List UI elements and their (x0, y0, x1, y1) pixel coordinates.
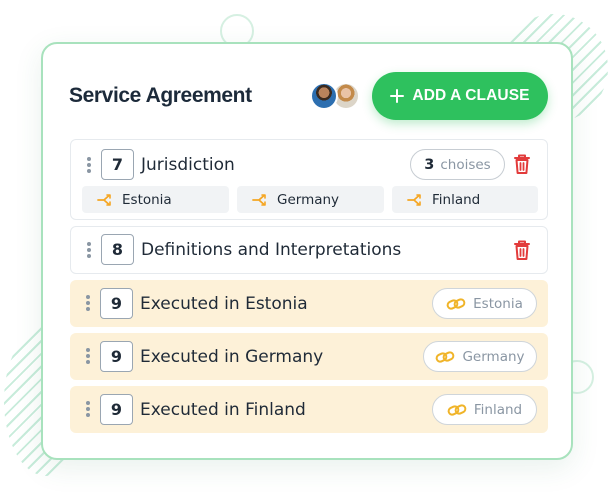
jurisdiction-options: Estonia Germany Finland (82, 186, 538, 213)
trash-icon[interactable] (511, 152, 533, 176)
clause-title: Executed in Estonia (140, 294, 308, 314)
avatar[interactable] (310, 82, 338, 110)
trash-icon[interactable] (511, 238, 533, 262)
link-icon (447, 403, 467, 416)
option-tag-germany[interactable]: Germany (237, 186, 384, 213)
add-clause-label: ADD A CLAUSE (412, 87, 530, 104)
linked-option-badge[interactable]: Estonia (432, 288, 537, 319)
branch-icon (97, 193, 111, 206)
linked-option-label: Finland (473, 401, 523, 418)
clause-number: 7 (101, 149, 134, 180)
option-tag-finland[interactable]: Finland (392, 186, 538, 213)
drag-handle-icon[interactable] (87, 242, 91, 258)
clause-row-executed-estonia[interactable]: 9 Executed in Estonia Estonia (70, 280, 548, 327)
option-label: Finland (432, 191, 481, 208)
drag-handle-icon[interactable] (86, 401, 90, 417)
linked-option-label: Estonia (473, 295, 523, 312)
drag-handle-icon[interactable] (86, 295, 90, 311)
branch-icon (252, 193, 266, 206)
linked-option-label: Germany (462, 348, 525, 365)
clause-number: 9 (100, 288, 133, 319)
link-icon (446, 297, 466, 310)
clause-row-jurisdiction[interactable]: 7 Jurisdiction 3 choises Estonia Germany… (70, 139, 548, 220)
link-icon (436, 350, 455, 363)
choices-label: choises (440, 156, 491, 173)
choices-count: 3 (424, 156, 435, 173)
clause-row-executed-germany[interactable]: 9 Executed in Germany Germany (70, 333, 548, 380)
option-label: Germany (277, 191, 340, 208)
linked-option-badge[interactable]: Germany (423, 341, 537, 372)
clause-row-definitions[interactable]: 8 Definitions and Interpretations (70, 226, 548, 274)
clause-list: 7 Jurisdiction 3 choises Estonia Germany… (70, 139, 548, 439)
choices-badge[interactable]: 3 choises (410, 149, 505, 180)
option-label: Estonia (122, 191, 172, 208)
clause-number: 9 (100, 341, 133, 372)
drag-handle-icon[interactable] (86, 348, 90, 364)
branch-icon (407, 193, 421, 206)
collaborator-avatars (310, 82, 364, 112)
clause-title: Executed in Finland (140, 400, 306, 420)
clause-number: 9 (100, 394, 133, 425)
service-agreement-card: Service Agreement ADD A CLAUSE 7 Jurisdi… (41, 42, 573, 460)
clause-title: Executed in Germany (140, 347, 324, 367)
clause-number: 8 (101, 234, 134, 265)
clause-title: Jurisdiction (141, 155, 235, 175)
drag-handle-icon[interactable] (87, 157, 91, 173)
clause-title: Definitions and Interpretations (141, 240, 402, 260)
page-title: Service Agreement (69, 84, 252, 107)
option-tag-estonia[interactable]: Estonia (82, 186, 229, 213)
linked-option-badge[interactable]: Finland (432, 394, 537, 425)
clause-row-executed-finland[interactable]: 9 Executed in Finland Finland (70, 386, 548, 433)
add-clause-button[interactable]: ADD A CLAUSE (372, 72, 548, 120)
plus-icon (390, 89, 405, 103)
